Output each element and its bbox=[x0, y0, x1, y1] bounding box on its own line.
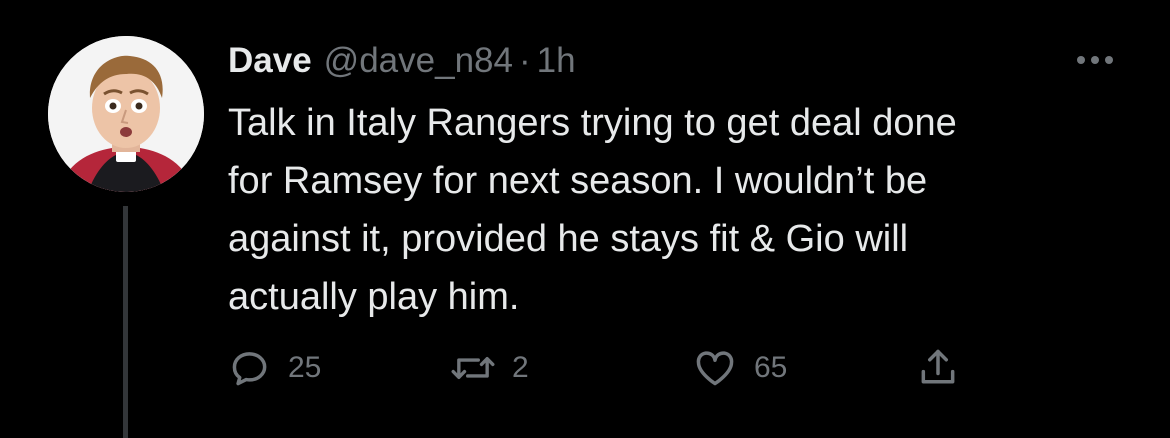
author-handle[interactable]: @dave_n84 bbox=[324, 38, 513, 84]
share-icon bbox=[916, 346, 960, 390]
tweet-actions: 25 2 65 bbox=[228, 342, 988, 394]
tweet-timestamp[interactable]: 1h bbox=[537, 38, 576, 84]
thread-line bbox=[123, 206, 128, 438]
share-button[interactable] bbox=[916, 342, 960, 394]
retweet-icon bbox=[450, 346, 496, 390]
author-display-name[interactable]: Dave bbox=[228, 38, 312, 84]
separator-dot: · bbox=[518, 41, 531, 80]
more-options-icon bbox=[1077, 56, 1113, 64]
avatar-image bbox=[48, 36, 204, 192]
more-options-button[interactable] bbox=[1068, 46, 1122, 74]
tweet-header: Dave @dave_n84 · 1h bbox=[228, 38, 576, 84]
heart-icon bbox=[692, 346, 738, 390]
reply-count: 25 bbox=[288, 351, 322, 384]
reply-button[interactable]: 25 bbox=[228, 342, 321, 394]
reply-icon bbox=[228, 346, 272, 390]
tweet-text-line: Talk in Italy Rangers trying to get deal… bbox=[228, 102, 957, 144]
like-button[interactable]: 65 bbox=[692, 342, 787, 394]
tweet-text: Talk in Italy Rangers trying to get deal… bbox=[228, 94, 1128, 326]
avatar[interactable] bbox=[48, 36, 204, 192]
tweet-text-line: for Ramsey for next season. I wouldn’t b… bbox=[228, 160, 928, 202]
retweet-button[interactable]: 2 bbox=[450, 342, 529, 394]
tweet-text-line: against it, provided he stays fit & Gio … bbox=[228, 218, 909, 260]
tweet-card[interactable]: Dave @dave_n84 · 1h Talk in Italy Ranger… bbox=[0, 0, 1170, 438]
like-count: 65 bbox=[754, 351, 788, 384]
retweet-count: 2 bbox=[512, 351, 529, 384]
tweet-text-line: actually play him. bbox=[228, 276, 520, 318]
